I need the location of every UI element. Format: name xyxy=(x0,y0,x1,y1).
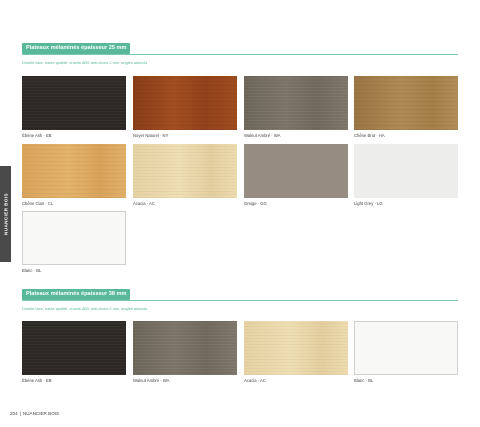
page-footer: 204 | NUANCIER BOIS xyxy=(10,411,59,416)
swatch-greige: Greige · GG xyxy=(244,144,348,206)
swatch-tile xyxy=(354,76,458,130)
section-header: Plateaux mélaminés épaisseur 25 mm xyxy=(22,43,458,55)
section-25mm: Plateaux mélaminés épaisseur 25 mm Doubl… xyxy=(22,43,458,65)
swatch-tile xyxy=(22,321,126,375)
swatch-tile xyxy=(133,76,237,130)
swatch-label: Noyer Naturel · NY xyxy=(133,133,169,138)
section-subtitle: Double face, haute qualité, chants ABS a… xyxy=(22,306,148,311)
footer-label: NUANCIER BOIS xyxy=(22,411,60,416)
swatch-label: Walnut Ambré · WA xyxy=(244,133,281,138)
swatch-label: Light Grey · LG xyxy=(354,201,383,206)
swatch-label: Greige · GG xyxy=(244,201,267,206)
swatch-acacia: Acacia · AC xyxy=(244,321,348,383)
divider xyxy=(22,54,458,55)
swatch-tile xyxy=(354,321,458,375)
swatch-light-grey: Light Grey · LG xyxy=(354,144,458,206)
swatch-label: Acacia · AC xyxy=(133,201,155,206)
swatch-tile xyxy=(133,321,237,375)
swatch-label: Chêne Clair · CL xyxy=(22,201,54,206)
side-tab-label: NUANCIER BOIS xyxy=(3,193,8,235)
swatch-label: Acacia · AC xyxy=(244,378,266,383)
divider xyxy=(22,300,458,301)
page-number: 204 xyxy=(10,411,18,416)
swatch-blanc: Blanc · BL xyxy=(354,321,458,383)
swatch-tile xyxy=(22,211,126,265)
swatch-blanc: Blanc · BL xyxy=(22,211,126,273)
swatch-tile xyxy=(244,76,348,130)
section-title: Plateaux mélaminés épaisseur 25 mm xyxy=(22,43,131,54)
swatch-walnut-ambre: Walnut Ambré · WA xyxy=(133,321,237,383)
swatch-label: Ébène Ash · EB xyxy=(22,133,52,138)
swatch-label: Ébène Ash · EB xyxy=(22,378,52,383)
section-header: Plateaux mélaminés épaisseur 38 mm xyxy=(22,289,458,301)
swatch-label: Chêne Brut · HA xyxy=(354,133,385,138)
swatch-ebene-ash: Ébène Ash · EB xyxy=(22,76,126,138)
swatch-ebene-ash: Ébène Ash · EB xyxy=(22,321,126,383)
swatch-label: Blanc · BL xyxy=(354,378,374,383)
swatch-tile xyxy=(244,144,348,198)
swatch-tile xyxy=(22,144,126,198)
footer-separator: | xyxy=(19,411,21,416)
swatch-acacia: Acacia · AC xyxy=(133,144,237,206)
swatch-label: Blanc · BL xyxy=(22,268,42,273)
swatch-tile xyxy=(22,76,126,130)
section-title: Plateaux mélaminés épaisseur 38 mm xyxy=(22,289,131,300)
section-subtitle: Double face, haute qualité, chants ABS a… xyxy=(22,60,148,65)
swatch-tile xyxy=(354,144,458,198)
swatch-walnut-ambre: Walnut Ambré · WA xyxy=(244,76,348,138)
swatch-tile xyxy=(244,321,348,375)
swatch-noyer-naturel: Noyer Naturel · NY xyxy=(133,76,237,138)
swatch-label: Walnut Ambré · WA xyxy=(133,378,170,383)
swatch-chene-brut: Chêne Brut · HA xyxy=(354,76,458,138)
section-38mm: Plateaux mélaminés épaisseur 38 mm Doubl… xyxy=(22,289,458,311)
swatch-chene-clair: Chêne Clair · CL xyxy=(22,144,126,206)
swatch-tile xyxy=(133,144,237,198)
side-tab: NUANCIER BOIS xyxy=(0,166,11,262)
